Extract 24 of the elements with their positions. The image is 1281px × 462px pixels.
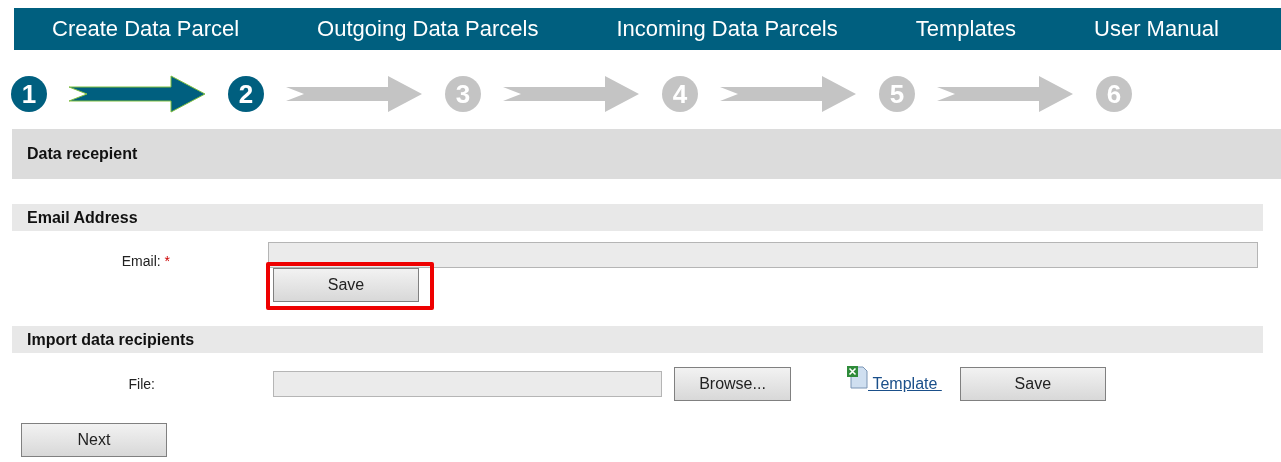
step-number: 2	[228, 76, 264, 112]
step-number: 4	[662, 76, 698, 112]
step-number: 5	[879, 76, 915, 112]
spreadsheet-icon	[846, 365, 868, 389]
section-title: Import data recipients	[27, 330, 195, 349]
next-button[interactable]: Next	[21, 423, 167, 457]
field-label: Email: *	[121, 253, 170, 269]
page-title: Data recepient	[27, 145, 138, 163]
step-number: 3	[445, 76, 481, 112]
save-button[interactable]: Save	[273, 268, 419, 302]
step-number: 6	[1096, 76, 1132, 112]
file-field[interactable]	[273, 371, 662, 397]
nav-link[interactable]: Outgoing Data Parcels	[279, 16, 579, 42]
nav-link[interactable]: Create Data Parcel	[14, 16, 280, 42]
email-field[interactable]	[268, 242, 1258, 268]
nav-link[interactable]: Incoming Data Parcels	[578, 16, 878, 42]
browse-button[interactable]: Browse...	[674, 367, 791, 401]
nav-link[interactable]: Templates	[877, 16, 1057, 42]
section-title: Email Address	[27, 208, 138, 227]
field-label: File:	[128, 376, 155, 392]
nav-link[interactable]: User Manual	[1056, 16, 1259, 42]
template-link[interactable]: Template	[868, 375, 942, 393]
save-button[interactable]: Save	[959, 367, 1106, 401]
step-number: 1	[11, 76, 47, 112]
